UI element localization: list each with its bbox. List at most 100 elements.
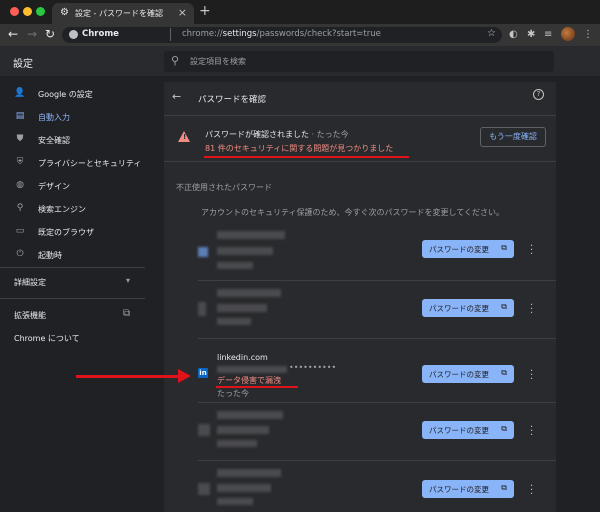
external-link-icon: ⧉ xyxy=(501,483,507,492)
password-dots: •••••••••• xyxy=(289,363,337,372)
main-content: ← パスワードを確認 ? ! パスワードが確認されました · たった今 81 件… xyxy=(145,77,600,512)
blurred-site xyxy=(217,411,283,419)
close-icon[interactable]: × xyxy=(178,6,187,19)
shield-icon: ⛊ xyxy=(16,134,24,144)
sidebar-item-safety-check[interactable]: ⛊ 安全確認 xyxy=(0,130,145,152)
change-password-button[interactable]: パスワードの変更 ⧉ xyxy=(422,299,514,317)
blurred-status xyxy=(217,262,253,269)
divider xyxy=(0,298,145,299)
site-favicon xyxy=(198,424,210,436)
sidebar-item-label: 拡張機能 xyxy=(14,311,46,320)
recheck-button[interactable]: もう一度確認 xyxy=(480,127,546,147)
gear-icon: ⚙ xyxy=(60,7,69,18)
site-favicon xyxy=(198,247,208,257)
card-header: ← パスワードを確認 ? xyxy=(164,82,556,116)
change-password-button[interactable]: パスワードの変更 ⧉ xyxy=(422,421,514,439)
tab-title: 設定 - パスワードを確認 xyxy=(75,9,163,18)
section-description: アカウントのセキュリティ保護のため、今すぐ次のパスワードを変更してください。 xyxy=(201,208,505,217)
puzzle-icon[interactable]: ✱ xyxy=(527,29,535,40)
external-link-icon: ⧉ xyxy=(501,424,507,433)
palette-icon: ◍ xyxy=(16,180,24,190)
blurred-username xyxy=(217,247,273,255)
page-title: 設定 xyxy=(13,59,33,70)
sidebar-item-label: デザイン xyxy=(38,182,70,191)
list-item-linkedin: in linkedin.com •••••••••• データ侵害で漏洩 たった今… xyxy=(164,338,556,402)
sidebar-item-label: 自動入力 xyxy=(38,113,70,122)
blurred-site xyxy=(217,231,285,239)
back-arrow-icon[interactable]: ← xyxy=(8,27,18,41)
blurred-status xyxy=(217,318,251,325)
forward-arrow-icon[interactable]: → xyxy=(27,27,37,41)
browser-toolbar: ← → ↻ Chrome chrome://settings/passwords… xyxy=(0,24,600,46)
sidebar-item-search-engine[interactable]: ⚲ 検索エンジン xyxy=(0,199,145,221)
sidebar-item-label: 検索エンジン xyxy=(38,205,86,214)
back-arrow-icon[interactable]: ← xyxy=(172,90,181,103)
sidebar-item-label: 詳細設定 xyxy=(14,278,46,287)
status-text: パスワードが確認されました · たった今 xyxy=(205,130,349,139)
blurred-status xyxy=(217,498,253,505)
sidebar-item-appearance[interactable]: ◍ デザイン xyxy=(0,176,145,198)
more-actions-icon[interactable]: · · · xyxy=(530,301,536,319)
address-bar[interactable]: Chrome chrome://settings/passwords/check… xyxy=(62,27,502,43)
sidebar-item-privacy[interactable]: ⛨ プライバシーとセキュリティ xyxy=(0,153,145,175)
list-item: パスワードの変更 ⧉ · · · xyxy=(164,222,556,280)
bookmark-star-icon[interactable]: ☆ xyxy=(487,28,496,39)
blurred-site xyxy=(217,289,281,297)
blurred-status xyxy=(217,440,257,447)
tab-settings[interactable]: ⚙ 設定 - パスワードを確認 × xyxy=(52,3,194,24)
sidebar-item-label: Chrome について xyxy=(14,334,80,343)
close-window-button[interactable] xyxy=(10,7,19,16)
password-check-card: ← パスワードを確認 ? ! パスワードが確認されました · たった今 81 件… xyxy=(164,82,556,512)
more-actions-icon[interactable]: · · · xyxy=(530,482,536,500)
external-link-icon: ⧉ xyxy=(501,243,507,252)
annotation-underline xyxy=(204,156,409,158)
sidebar-item-autofill[interactable]: ▤ 自動入力 xyxy=(0,107,145,129)
help-icon[interactable]: ? xyxy=(533,89,544,100)
tab-strip: ⚙ 設定 - パスワードを確認 × + xyxy=(0,0,600,24)
reading-list-icon[interactable]: ≡ xyxy=(544,29,552,40)
sidebar-item-default-browser[interactable]: ▭ 既定のブラウザ xyxy=(0,222,145,244)
divider xyxy=(198,460,556,461)
search-input[interactable]: ⚲ 設定項目を検索 xyxy=(164,51,554,72)
blurred-site xyxy=(217,469,281,477)
omnibox-site-label: Chrome xyxy=(82,29,119,39)
sidebar-item-label: 起動時 xyxy=(38,251,62,260)
url-text[interactable]: chrome://settings/passwords/check?start=… xyxy=(182,29,381,39)
sidebar-item-advanced[interactable]: 詳細設定 ▾ xyxy=(0,272,145,294)
sidebar-item-extensions[interactable]: 拡張機能 ⧉ xyxy=(0,305,145,327)
maximize-window-button[interactable] xyxy=(36,7,45,16)
issues-count-text: 81 件のセキュリティに関する問題が見つかりました xyxy=(205,144,394,153)
search-placeholder: 設定項目を検索 xyxy=(190,57,246,66)
chevron-down-icon: ▾ xyxy=(126,276,131,285)
sidebar-item-google[interactable]: 👤 Google の設定 xyxy=(0,84,145,106)
reload-icon[interactable]: ↻ xyxy=(45,27,55,41)
sidebar: 👤 Google の設定 ▤ 自動入力 ⛊ 安全確認 ⛨ プライバシーとセキュリ… xyxy=(0,77,145,512)
site-favicon xyxy=(198,302,206,316)
avatar[interactable] xyxy=(561,27,575,41)
new-tab-button[interactable]: + xyxy=(199,3,211,19)
divider xyxy=(198,402,556,403)
external-link-icon: ⧉ xyxy=(501,302,507,311)
annotation-arrow-head xyxy=(178,369,191,383)
minimize-window-button[interactable] xyxy=(23,7,32,16)
extension-icon[interactable]: ◐ xyxy=(509,29,518,40)
more-actions-icon[interactable]: · · · xyxy=(530,242,536,260)
search-icon: ⚲ xyxy=(171,54,180,67)
section-title: 不正使用されたパスワード xyxy=(176,183,272,192)
sidebar-item-about[interactable]: Chrome について xyxy=(0,328,145,350)
sidebar-item-label: 安全確認 xyxy=(38,136,70,145)
sidebar-item-on-startup[interactable]: ⏻ 起動時 xyxy=(0,245,145,267)
divider xyxy=(0,267,145,268)
change-password-button[interactable]: パスワードの変更 ⧉ xyxy=(422,240,514,258)
more-actions-icon[interactable]: · · · xyxy=(530,367,536,385)
search-icon: ⚲ xyxy=(16,203,24,213)
change-password-button[interactable]: パスワードの変更 ⧉ xyxy=(422,480,514,498)
person-icon: 👤 xyxy=(14,88,26,98)
power-icon: ⏻ xyxy=(16,249,24,259)
blurred-username xyxy=(217,366,287,373)
change-password-button[interactable]: パスワードの変更 ⧉ xyxy=(422,365,514,383)
more-actions-icon[interactable]: · · · xyxy=(530,423,536,441)
leak-status-text: データ侵害で漏洩 xyxy=(217,376,281,385)
menu-kebab-icon[interactable]: ⋮ xyxy=(583,29,593,40)
chrome-icon xyxy=(69,30,78,39)
